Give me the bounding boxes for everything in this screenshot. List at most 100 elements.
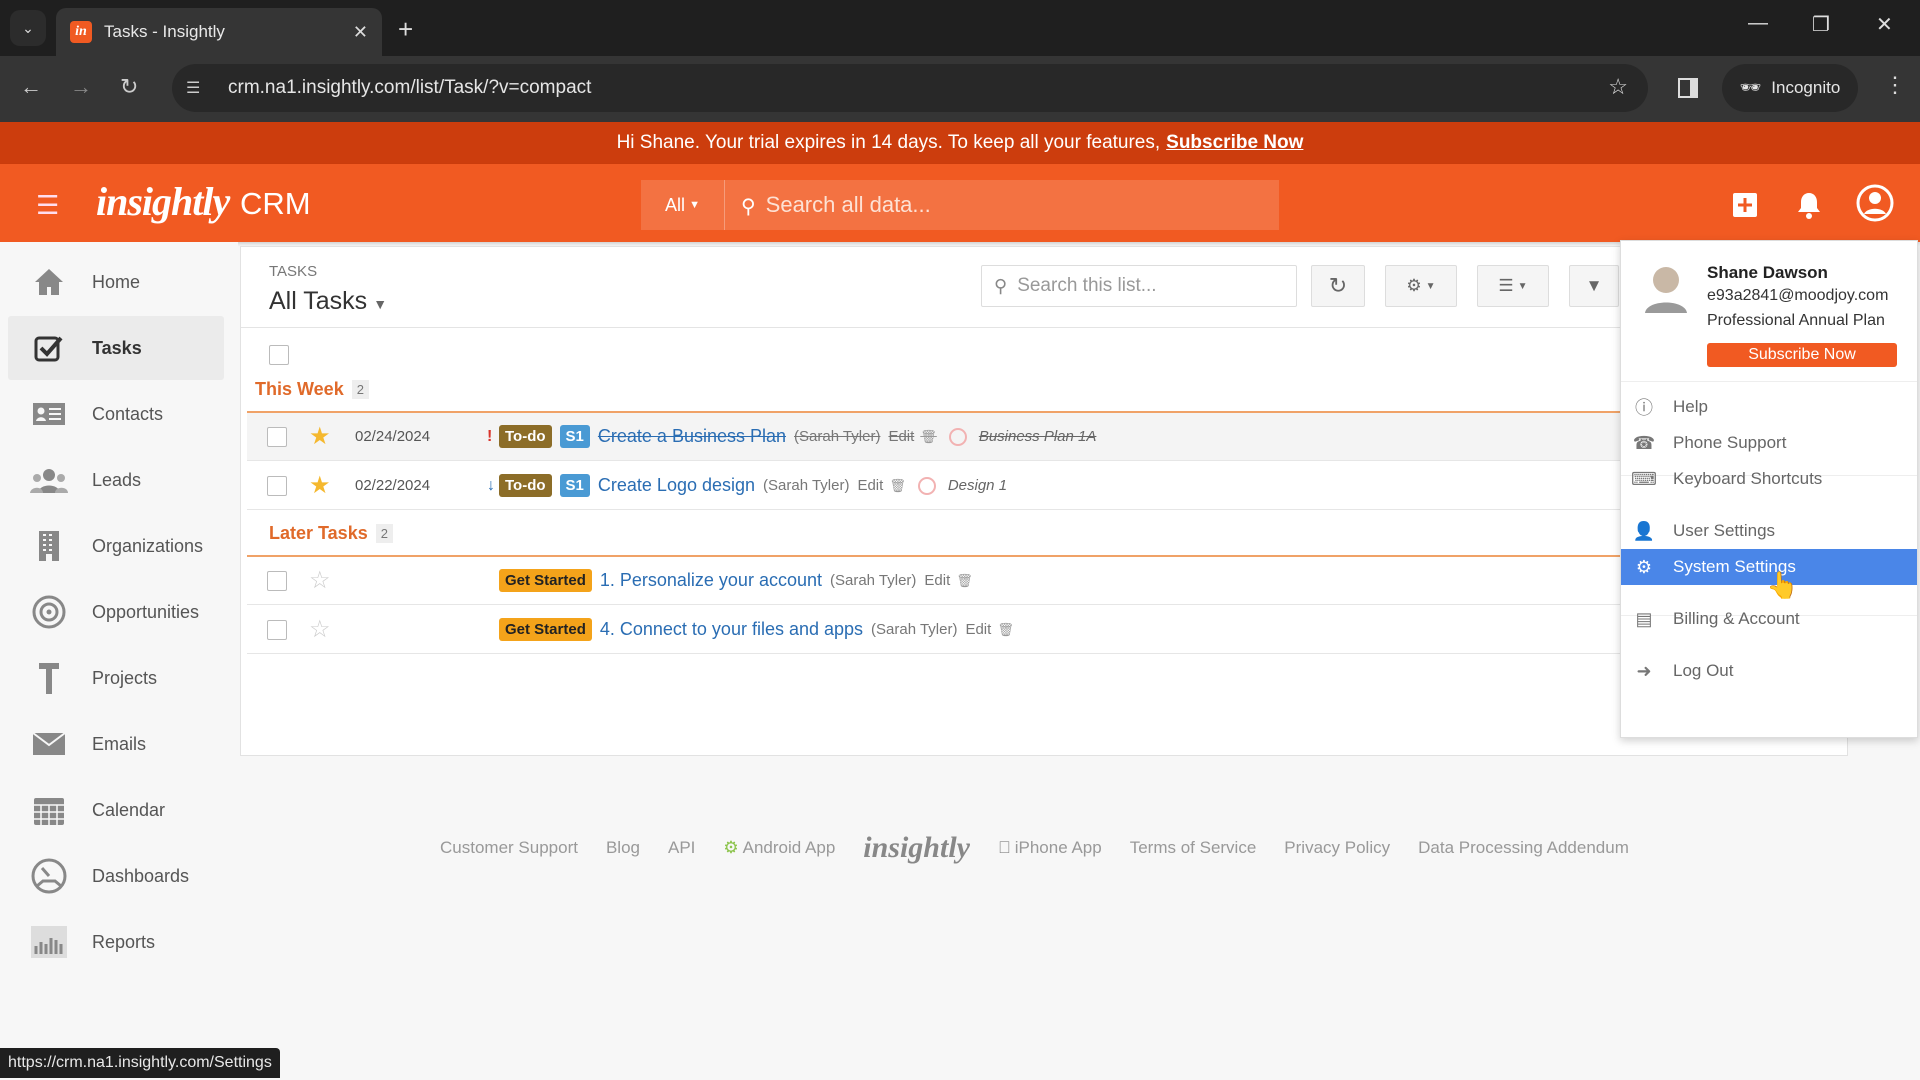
sidebar-item-tasks[interactable]: Tasks xyxy=(8,316,224,380)
sidebar-item-home[interactable]: Home xyxy=(8,250,224,314)
view-options-button[interactable]: ☰ ▼ xyxy=(1477,265,1549,307)
footer-link-terms-of-service[interactable]: Terms of Service xyxy=(1130,838,1257,858)
hamburger-menu-icon[interactable]: ☰ xyxy=(36,190,59,221)
group-count-badge: 2 xyxy=(351,380,369,399)
star-icon[interactable]: ☆ xyxy=(309,566,337,595)
tab-title: Tasks - Insightly xyxy=(104,22,225,41)
menu-item-keyboard-shortcuts[interactable]: ⌨ Keyboard Shortcuts xyxy=(1621,461,1917,497)
sidebar-item-leads[interactable]: Leads xyxy=(8,448,224,512)
sidebar-item-organizations[interactable]: Organizations xyxy=(8,514,224,578)
user-avatar-icon[interactable] xyxy=(1856,184,1894,222)
star-icon[interactable]: ☆ xyxy=(309,615,337,644)
global-search-input[interactable] xyxy=(765,180,1279,230)
browser-menu-icon[interactable]: ⋮ xyxy=(1884,72,1906,98)
task-checkbox[interactable] xyxy=(267,619,287,640)
menu-item-user-settings[interactable]: 👤 User Settings xyxy=(1621,513,1917,549)
back-icon[interactable]: ← xyxy=(20,74,42,100)
subscribe-now-link[interactable]: Subscribe Now xyxy=(1166,132,1303,154)
sidebar-item-dashboards[interactable]: Dashboards xyxy=(8,844,224,908)
sidebar-item-emails[interactable]: Emails xyxy=(8,712,224,776)
minimize-icon[interactable]: — xyxy=(1748,12,1768,35)
footer-link-data-processing-addendum[interactable]: Data Processing Addendum xyxy=(1418,838,1629,858)
footer-link-android-app[interactable]: Android App xyxy=(743,838,836,858)
group-header[interactable]: Later Tasks 2 xyxy=(269,523,393,544)
bookmark-star-icon[interactable]: ☆ xyxy=(1608,74,1628,100)
refresh-icon: ↻ xyxy=(1328,273,1348,298)
trash-icon[interactable]: 🗑 xyxy=(889,478,906,494)
task-checkbox[interactable] xyxy=(267,570,287,591)
task-name-link[interactable]: 1. Personalize your account xyxy=(600,570,822,591)
task-name-link[interactable]: 4. Connect to your files and apps xyxy=(600,619,863,640)
menu-item-help[interactable]: ⓘ Help xyxy=(1621,389,1917,425)
task-name-link[interactable]: Create a Business Plan xyxy=(598,426,786,447)
organizations-icon xyxy=(30,530,68,562)
reports-icon xyxy=(30,926,68,958)
home-icon xyxy=(30,267,68,297)
menu-item-log-out[interactable]: ➜ Log Out xyxy=(1621,653,1917,689)
footer-link-privacy-policy[interactable]: Privacy Policy xyxy=(1284,838,1390,858)
refresh-button[interactable]: ↻ xyxy=(1311,265,1365,307)
footer-link-iphone-app[interactable]: iPhone App xyxy=(1015,838,1102,858)
edit-link[interactable]: Edit xyxy=(924,572,950,589)
edit-link[interactable]: Edit xyxy=(857,477,883,494)
sidebar-item-reports[interactable]: Reports xyxy=(8,910,224,974)
footer-link-api[interactable]: API xyxy=(668,838,695,858)
sidebar-item-label: Reports xyxy=(92,931,156,952)
url-text[interactable]: crm.na1.insightly.com/list/Task/?v=compa… xyxy=(228,77,591,99)
view-selector[interactable]: All Tasks ▼ xyxy=(269,287,387,316)
star-icon[interactable]: ★ xyxy=(309,422,337,451)
subscribe-now-button[interactable]: Subscribe Now xyxy=(1707,343,1897,367)
search-scope-dropdown[interactable]: All ▼ xyxy=(641,180,725,230)
forward-icon[interactable]: → xyxy=(70,74,92,100)
footer-logo[interactable]: insightly xyxy=(863,831,970,865)
menu-item-billing-account[interactable]: ▤ Billing & Account xyxy=(1621,601,1917,637)
task-owner: (Sarah Tyler) xyxy=(763,477,850,494)
project-link[interactable]: Business Plan 1A xyxy=(979,428,1097,445)
reload-icon[interactable]: ↻ xyxy=(120,74,138,100)
status-tag: Get Started xyxy=(499,569,592,592)
incognito-icon: 🕶 xyxy=(1739,78,1762,97)
new-tab-button[interactable]: + xyxy=(398,14,413,45)
trash-icon[interactable]: 🗑 xyxy=(997,622,1014,638)
task-name-link[interactable]: Create Logo design xyxy=(598,475,755,496)
filter-button[interactable]: ▼ xyxy=(1569,265,1619,307)
add-new-icon[interactable] xyxy=(1732,192,1758,218)
tab-search-button[interactable]: ⌄ xyxy=(10,10,46,46)
task-row: ★ 02/22/2024 ↓ To-do S1 Create Logo design (Sa… xyxy=(247,462,1849,510)
close-tab-icon[interactable]: ✕ xyxy=(353,22,368,43)
sidebar-item-opportunities[interactable]: Opportunities xyxy=(8,580,224,644)
insightly-logo[interactable]: insightly xyxy=(96,178,230,225)
project-link[interactable]: Design 1 xyxy=(948,477,1007,494)
menu-item-label: Keyboard Shortcuts xyxy=(1673,469,1823,488)
settings-dropdown-button[interactable]: ⚙ ▼ xyxy=(1385,265,1457,307)
restore-icon[interactable]: ❐ xyxy=(1812,12,1830,37)
browser-toolbar: ← → ↻ ☰ crm.na1.insightly.com/list/Task/… xyxy=(0,56,1920,122)
group-header[interactable]: This Week 2 xyxy=(255,379,369,400)
task-checkbox[interactable] xyxy=(267,475,287,496)
site-info-icon[interactable]: ☰ xyxy=(186,78,214,98)
task-row: ☆ Get Started 1. Personalize your account (… xyxy=(247,557,1849,605)
star-icon[interactable]: ★ xyxy=(309,471,337,500)
sidebar-item-contacts[interactable]: Contacts xyxy=(8,382,224,446)
trash-icon[interactable]: 🗑 xyxy=(920,429,937,445)
select-all-checkbox[interactable] xyxy=(269,345,289,365)
project-icon xyxy=(917,476,936,495)
trash-icon[interactable]: 🗑 xyxy=(956,573,973,589)
menu-item-phone-support[interactable]: ☎ Phone Support xyxy=(1621,425,1917,461)
edit-link[interactable]: Edit xyxy=(965,621,991,638)
notifications-bell-icon[interactable] xyxy=(1796,190,1822,220)
task-checkbox[interactable] xyxy=(267,426,287,447)
footer-link-customer-support[interactable]: Customer Support xyxy=(440,838,578,858)
sidebar-item-calendar[interactable]: Calendar xyxy=(8,778,224,842)
list-search-input[interactable] xyxy=(1017,275,1296,297)
incognito-indicator[interactable]: 🕶 Incognito xyxy=(1722,64,1858,112)
edit-link[interactable]: Edit xyxy=(888,428,914,445)
sidebar-item-projects[interactable]: Projects xyxy=(8,646,224,710)
footer-link-blog[interactable]: Blog xyxy=(606,838,640,858)
sidebar-item-label: Calendar xyxy=(92,799,166,820)
close-window-icon[interactable]: ✕ xyxy=(1876,12,1893,37)
group-count-badge: 2 xyxy=(375,524,393,543)
browser-tab[interactable]: in Tasks - Insightly ✕ xyxy=(56,8,382,56)
side-panel-icon[interactable] xyxy=(1678,78,1698,98)
address-bar[interactable]: ☰ crm.na1.insightly.com/list/Task/?v=com… xyxy=(172,64,1648,112)
